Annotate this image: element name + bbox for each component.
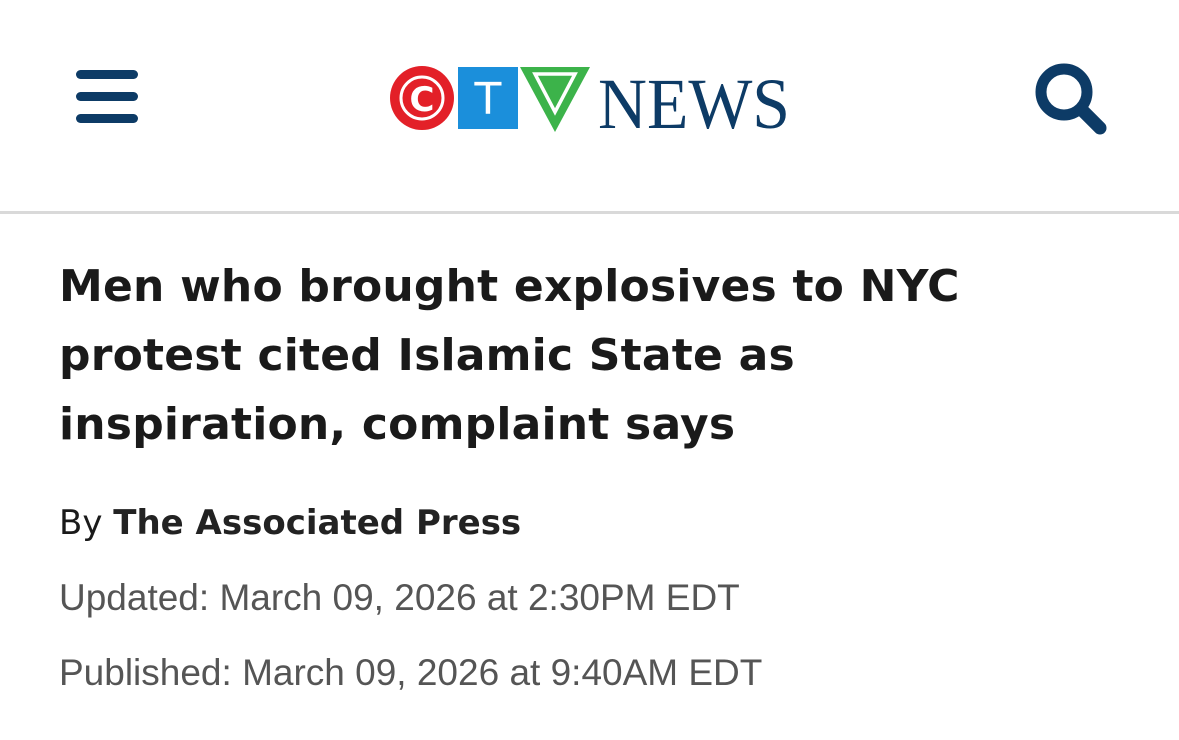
logo-letter-t: T [474, 74, 502, 125]
menu-bar-top [76, 70, 138, 79]
page: C T V NEWS Men who brought explosives to… [0, 0, 1179, 740]
menu-bar-middle [76, 92, 138, 101]
top-header: C T V NEWS [0, 0, 1179, 214]
search-button[interactable] [1030, 58, 1114, 138]
article-headline: Men who brought explosives to NYC protes… [59, 252, 1059, 459]
menu-button[interactable] [72, 66, 142, 128]
ctv-news-logo[interactable]: C T V NEWS [388, 62, 793, 134]
logo-v-triangle [520, 67, 590, 132]
headline-line: protest cited Islamic State as [59, 330, 795, 381]
article: Men who brought explosives to NYC protes… [59, 252, 1139, 694]
article-dates: Updated: March 09, 2026 at 2:30PM EDT Pu… [59, 577, 1139, 694]
logo-wordmark: NEWS [598, 64, 790, 134]
byline-prefix: By [59, 503, 103, 543]
headline-line: Men who brought explosives to NYC [59, 261, 960, 312]
published-timestamp: Published: March 09, 2026 at 9:40AM EDT [59, 652, 763, 693]
headline-line: inspiration, complaint says [59, 399, 736, 450]
byline: By The Associated Press [59, 503, 1139, 543]
byline-author[interactable]: The Associated Press [113, 503, 521, 543]
search-icon [1035, 63, 1107, 135]
menu-bar-bottom [76, 114, 138, 123]
logo-letter-c: C [410, 80, 435, 120]
ctv-news-logo-graphic: C T V NEWS [390, 64, 790, 134]
updated-timestamp: Updated: March 09, 2026 at 2:30PM EDT [59, 577, 740, 618]
